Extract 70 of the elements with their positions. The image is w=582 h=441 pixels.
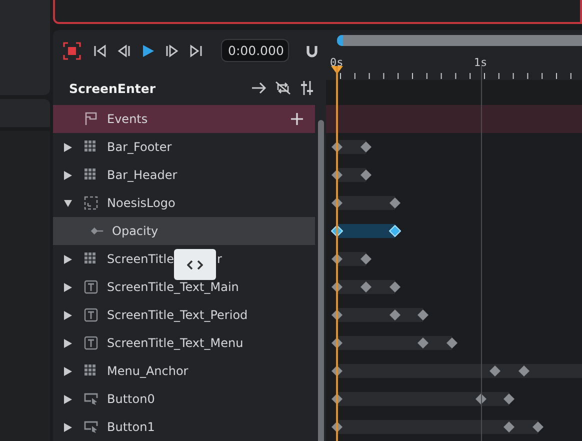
- code-icon: [186, 260, 203, 270]
- clip-bar: [337, 224, 396, 238]
- track-row[interactable]: Opacity: [53, 217, 315, 245]
- text-icon: [84, 336, 98, 350]
- expand-arrow-icon[interactable]: [64, 282, 72, 292]
- flag-icon: [84, 112, 98, 126]
- expand-arrow-icon[interactable]: [64, 254, 72, 264]
- track-label: Button0: [107, 392, 155, 406]
- time-field[interactable]: 0:00.000: [221, 39, 289, 62]
- track-row[interactable]: Bar_Footer: [53, 133, 315, 161]
- track-label: NoesisLogo: [107, 196, 176, 210]
- track-row[interactable]: Menu_Anchor: [53, 357, 315, 385]
- keyframe-icon[interactable]: [503, 393, 516, 405]
- track-row[interactable]: ScreenTitle r: [53, 245, 315, 273]
- grid-icon: [84, 140, 98, 154]
- playhead[interactable]: [331, 66, 343, 441]
- track-label: Button1: [107, 420, 155, 434]
- events-label: Events: [107, 112, 148, 126]
- track-label: Menu_Anchor: [107, 364, 188, 378]
- track-label: ScreenTitle_Text_Period: [107, 308, 248, 322]
- clip-bar: [337, 196, 396, 210]
- track-row[interactable]: Button1: [53, 413, 315, 441]
- expand-arrow-icon[interactable]: [64, 338, 72, 348]
- track-label: Bar_Footer: [107, 140, 172, 154]
- record-button[interactable]: [63, 42, 81, 60]
- grid-icon: [84, 364, 98, 378]
- expand-arrow-icon[interactable]: [64, 366, 72, 376]
- cursor-icon: [84, 420, 98, 434]
- events-row[interactable]: Events: [53, 105, 315, 133]
- animation-title: ScreenEnter: [69, 80, 156, 96]
- track-label: ScreenTitle_Text_Menu: [107, 336, 244, 350]
- track-row[interactable]: ScreenTitle_Text_Period: [53, 301, 315, 329]
- sliders-icon[interactable]: [298, 79, 316, 98]
- keyframe-icon[interactable]: [446, 337, 458, 349]
- track-label: ScreenTitle: [107, 252, 174, 266]
- keyframe-icon[interactable]: [360, 169, 372, 181]
- frame-icon: [84, 196, 98, 210]
- track-row[interactable]: ScreenTitle_Text_Menu: [53, 329, 315, 357]
- track-row[interactable]: NoesisLogo: [53, 189, 315, 217]
- scrollbar[interactable]: [318, 120, 324, 441]
- track-label: Bar_Header: [107, 168, 178, 182]
- text-icon: [84, 308, 98, 322]
- expand-arrow-icon[interactable]: [64, 394, 72, 404]
- keyframe-icon[interactable]: [360, 253, 372, 265]
- collapse-arrow-icon[interactable]: [64, 198, 72, 208]
- keyframe-icon[interactable]: [360, 141, 372, 153]
- text-icon: [84, 280, 98, 294]
- time-label: 0s: [330, 56, 344, 69]
- keyframe-icon[interactable]: [532, 421, 544, 433]
- grid-icon: [84, 252, 98, 266]
- track-row[interactable]: ScreenTitle_Text_Main: [53, 273, 315, 301]
- grid-icon: [84, 168, 98, 182]
- time-label: 1s: [474, 56, 488, 69]
- keyframe-icon[interactable]: [389, 281, 402, 293]
- add-icon[interactable]: [291, 113, 303, 125]
- timeline-scrollbar[interactable]: [337, 35, 582, 46]
- track-label: Opacity: [112, 224, 158, 238]
- expand-arrow-icon[interactable]: [64, 142, 72, 152]
- keyframe-icon[interactable]: [417, 309, 430, 321]
- loop-off-icon[interactable]: [274, 79, 292, 98]
- expand-arrow-icon[interactable]: [64, 310, 72, 320]
- track-label: ScreenTitle_Text_Main: [107, 280, 239, 294]
- cursor-icon: [84, 392, 98, 406]
- expand-arrow-icon[interactable]: [64, 170, 72, 180]
- expand-arrow-icon[interactable]: [64, 422, 72, 432]
- track-label: r: [216, 252, 222, 266]
- track-row[interactable]: Button0: [53, 385, 315, 413]
- keyframe-icon[interactable]: [389, 197, 402, 209]
- keyframe-icon[interactable]: [389, 225, 402, 237]
- track-row[interactable]: Bar_Header: [53, 161, 315, 189]
